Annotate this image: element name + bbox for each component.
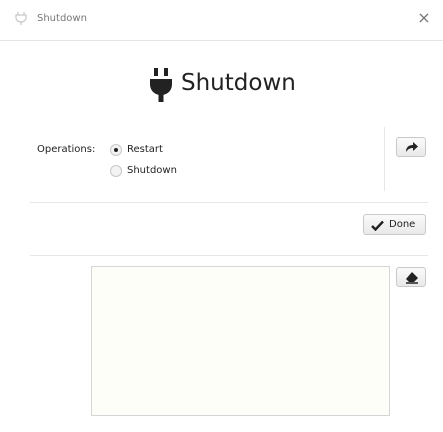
output-textarea[interactable] [91, 266, 390, 416]
window-title: Shutdown [37, 13, 87, 24]
share-arrow-icon [406, 142, 418, 152]
shutdown-option-label[interactable]: Shutdown [127, 165, 177, 176]
divider-top [30, 202, 428, 203]
plug-app-icon [15, 12, 27, 25]
vertical-divider [384, 127, 385, 191]
restart-option-label[interactable]: Restart [127, 144, 163, 155]
eraser-icon [406, 272, 418, 284]
done-button-label: Done [389, 219, 416, 230]
shutdown-radio[interactable] [110, 165, 122, 177]
divider-bottom [30, 255, 428, 256]
page-header: Shutdown [0, 64, 443, 108]
close-button[interactable]: × [413, 7, 435, 29]
done-button[interactable]: Done [363, 214, 426, 235]
page-title: Shutdown [181, 70, 296, 96]
checkmark-icon [371, 220, 384, 231]
restart-radio[interactable] [110, 144, 122, 156]
plug-icon [150, 68, 172, 102]
operations-label: Operations: [37, 144, 96, 155]
window-titlebar: Shutdown × [0, 0, 443, 41]
clear-output-button[interactable] [396, 267, 426, 287]
run-operation-button[interactable] [396, 137, 426, 157]
